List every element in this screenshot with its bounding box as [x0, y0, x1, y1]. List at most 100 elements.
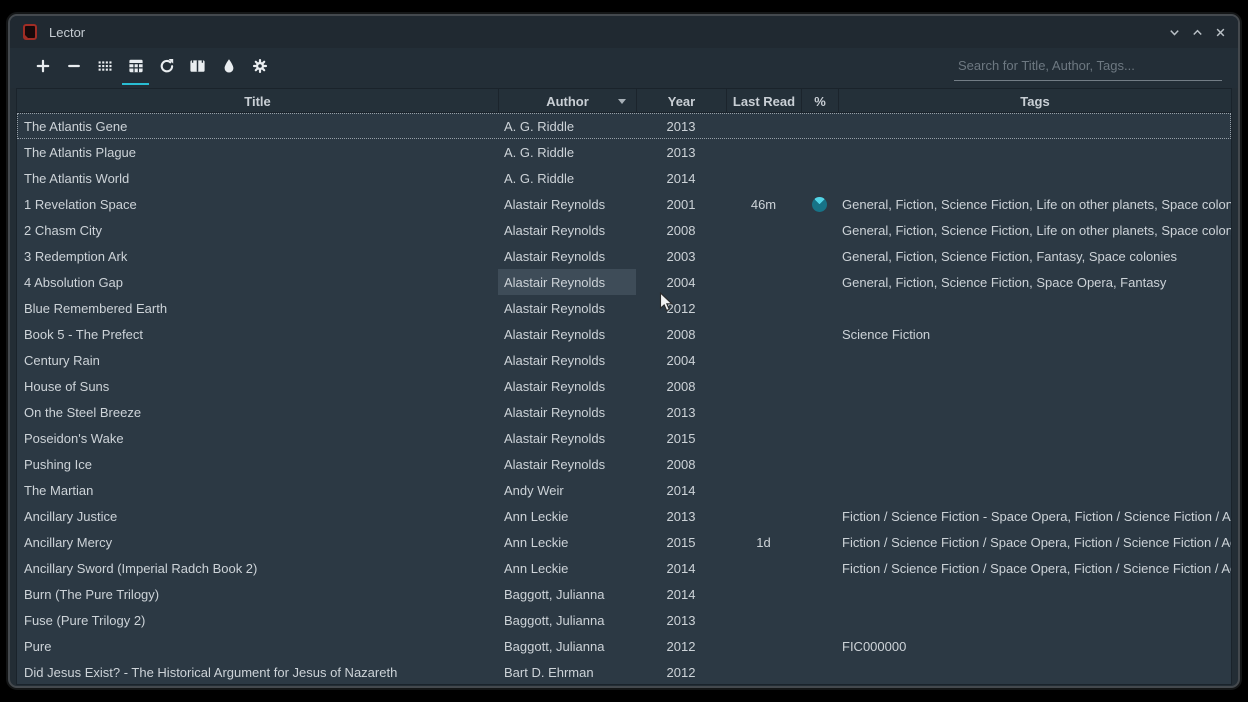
cell-title[interactable]: On the Steel Breeze	[17, 399, 498, 425]
cell-title[interactable]: The Atlantis Plague	[17, 139, 498, 165]
close-button[interactable]	[1212, 24, 1228, 40]
library-button[interactable]	[183, 51, 212, 81]
cell-year[interactable]: 2013	[636, 503, 726, 529]
cell-progress[interactable]	[801, 243, 838, 269]
cell-title[interactable]: The Atlantis World	[17, 165, 498, 191]
cell-last-read[interactable]: 46m	[726, 191, 801, 217]
table-row[interactable]: Did Jesus Exist? - The Historical Argume…	[17, 659, 1231, 685]
cell-author[interactable]: Alastair Reynolds	[498, 269, 636, 295]
cell-progress[interactable]	[801, 113, 838, 139]
cell-author[interactable]: Bart D. Ehrman	[498, 659, 636, 685]
cell-author[interactable]: Alastair Reynolds	[498, 347, 636, 373]
titlebar[interactable]: Lector	[10, 16, 1238, 48]
table-row[interactable]: The Atlantis GeneA. G. Riddle2013	[17, 113, 1231, 139]
cell-progress[interactable]	[801, 295, 838, 321]
cell-title[interactable]: Blue Remembered Earth	[17, 295, 498, 321]
cell-author[interactable]: Andy Weir	[498, 477, 636, 503]
cell-year[interactable]: 2013	[636, 139, 726, 165]
cell-tags[interactable]: FIC000000	[838, 633, 1231, 659]
cell-year[interactable]: 2015	[636, 529, 726, 555]
column-header-title[interactable]: Title	[17, 89, 498, 113]
cell-title[interactable]: 4 Absolution Gap	[17, 269, 498, 295]
cell-tags[interactable]	[838, 165, 1231, 191]
cell-tags[interactable]: General, Fiction, Science Fiction, Space…	[838, 269, 1231, 295]
cell-year[interactable]: 2013	[636, 607, 726, 633]
column-header--[interactable]: %	[801, 89, 838, 113]
cell-year[interactable]: 2008	[636, 373, 726, 399]
cell-tags[interactable]	[838, 477, 1231, 503]
cell-tags[interactable]	[838, 451, 1231, 477]
cell-title[interactable]: Century Rain	[17, 347, 498, 373]
cell-author[interactable]: Ann Leckie	[498, 529, 636, 555]
cell-last-read[interactable]	[726, 165, 801, 191]
cell-title[interactable]: Poseidon's Wake	[17, 425, 498, 451]
cell-year[interactable]: 2014	[636, 581, 726, 607]
cell-tags[interactable]	[838, 659, 1231, 685]
cell-tags[interactable]: Fiction / Science Fiction - Space Opera,…	[838, 503, 1231, 529]
table-row[interactable]: On the Steel BreezeAlastair Reynolds2013	[17, 399, 1231, 425]
cell-year[interactable]: 2013	[636, 399, 726, 425]
cell-progress[interactable]	[801, 373, 838, 399]
cell-last-read[interactable]	[726, 347, 801, 373]
cell-year[interactable]: 2012	[636, 633, 726, 659]
cell-author[interactable]: Alastair Reynolds	[498, 217, 636, 243]
table-row[interactable]: Pushing IceAlastair Reynolds2008	[17, 451, 1231, 477]
cell-last-read[interactable]	[726, 295, 801, 321]
delete-book-button[interactable]	[59, 51, 88, 81]
cell-year[interactable]: 2008	[636, 217, 726, 243]
table-row[interactable]: The MartianAndy Weir2014	[17, 477, 1231, 503]
theme-button[interactable]	[214, 51, 243, 81]
table-row[interactable]: Burn (The Pure Trilogy)Baggott, Julianna…	[17, 581, 1231, 607]
cell-title[interactable]: Fuse (Pure Trilogy 2)	[17, 607, 498, 633]
cell-progress[interactable]	[801, 659, 838, 685]
table-row[interactable]: 4 Absolution GapAlastair Reynolds2004Gen…	[17, 269, 1231, 295]
cell-year[interactable]: 2012	[636, 659, 726, 685]
cell-last-read[interactable]	[726, 217, 801, 243]
cell-year[interactable]: 2015	[636, 425, 726, 451]
cell-year[interactable]: 2003	[636, 243, 726, 269]
cell-title[interactable]: 2 Chasm City	[17, 217, 498, 243]
cell-tags[interactable]: Fiction / Science Fiction / Space Opera,…	[838, 555, 1231, 581]
cell-tags[interactable]: General, Fiction, Science Fiction, Fanta…	[838, 243, 1231, 269]
add-book-button[interactable]	[28, 51, 57, 81]
cell-last-read[interactable]	[726, 425, 801, 451]
column-header-tags[interactable]: Tags	[838, 89, 1231, 113]
cell-author[interactable]: Alastair Reynolds	[498, 295, 636, 321]
search-input[interactable]	[954, 54, 1222, 81]
cell-author[interactable]: Baggott, Julianna	[498, 633, 636, 659]
cell-last-read[interactable]	[726, 321, 801, 347]
cell-title[interactable]: House of Suns	[17, 373, 498, 399]
cell-last-read[interactable]	[726, 659, 801, 685]
cell-progress[interactable]	[801, 321, 838, 347]
cell-last-read[interactable]: 1d	[726, 529, 801, 555]
cell-title[interactable]: Did Jesus Exist? - The Historical Argume…	[17, 659, 498, 685]
cell-year[interactable]: 2014	[636, 555, 726, 581]
table-row[interactable]: Century RainAlastair Reynolds2004	[17, 347, 1231, 373]
table-row[interactable]: House of SunsAlastair Reynolds2008	[17, 373, 1231, 399]
cell-tags[interactable]: General, Fiction, Science Fiction, Life …	[838, 191, 1231, 217]
cell-year[interactable]: 2001	[636, 191, 726, 217]
cell-year[interactable]: 2008	[636, 451, 726, 477]
cell-progress[interactable]	[801, 399, 838, 425]
cell-title[interactable]: 1 Revelation Space	[17, 191, 498, 217]
cell-author[interactable]: Baggott, Julianna	[498, 607, 636, 633]
cell-tags[interactable]: Science Fiction	[838, 321, 1231, 347]
cell-title[interactable]: Book 5 - The Prefect	[17, 321, 498, 347]
table-view-button[interactable]	[121, 51, 150, 81]
cell-tags[interactable]	[838, 373, 1231, 399]
cell-year[interactable]: 2013	[636, 113, 726, 139]
cell-last-read[interactable]	[726, 373, 801, 399]
cell-last-read[interactable]	[726, 139, 801, 165]
table-row[interactable]: The Atlantis WorldA. G. Riddle2014	[17, 165, 1231, 191]
cell-tags[interactable]	[838, 425, 1231, 451]
cell-tags[interactable]	[838, 347, 1231, 373]
column-header-author[interactable]: Author	[498, 89, 636, 113]
cell-last-read[interactable]	[726, 633, 801, 659]
cell-title[interactable]: The Atlantis Gene	[17, 113, 498, 139]
cell-progress[interactable]	[801, 425, 838, 451]
cell-title[interactable]: Burn (The Pure Trilogy)	[17, 581, 498, 607]
cell-progress[interactable]	[801, 581, 838, 607]
table-row[interactable]: 3 Redemption ArkAlastair Reynolds2003Gen…	[17, 243, 1231, 269]
cell-progress[interactable]	[801, 477, 838, 503]
cell-tags[interactable]	[838, 607, 1231, 633]
